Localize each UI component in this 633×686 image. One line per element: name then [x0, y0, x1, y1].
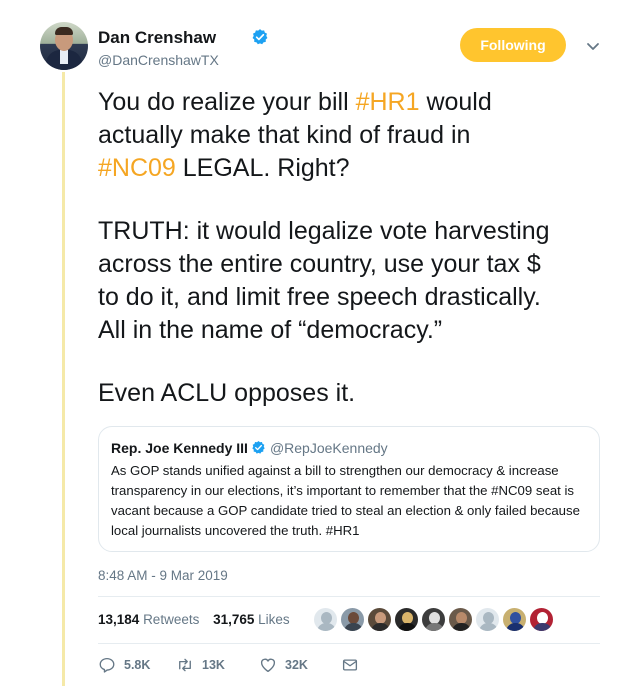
liker-avatar[interactable] [529, 607, 554, 632]
retweet-icon [179, 658, 191, 672]
liker-avatar[interactable] [475, 607, 500, 632]
liker-avatar[interactable] [367, 607, 392, 632]
likes-label[interactable]: Likes [258, 612, 290, 627]
quote-text: As GOP stands unified against a bill to … [111, 463, 580, 538]
liker-avatar[interactable] [340, 607, 365, 632]
retweets-label[interactable]: Retweets [143, 612, 199, 627]
like-count: 32K [285, 658, 308, 672]
reply-count: 5.8K [124, 658, 151, 672]
display-name[interactable]: Dan Crenshaw [98, 28, 216, 48]
following-button[interactable]: Following [460, 28, 566, 62]
liker-avatar[interactable] [502, 607, 527, 632]
liker-avatar[interactable] [394, 607, 419, 632]
handle[interactable]: @DanCrenshawTX [98, 52, 219, 68]
tweet-stats: 13,184 Retweets 31,765 Likes [98, 612, 300, 627]
hashtag-link[interactable]: #NC09 [98, 154, 176, 182]
retweets-count[interactable]: 13,184 [98, 612, 139, 627]
verified-icon [252, 29, 268, 45]
divider [98, 596, 600, 597]
reply-button[interactable]: 5.8K [98, 656, 150, 674]
timestamp[interactable]: 8:48 AM - 9 Mar 2019 [98, 568, 228, 583]
hashtag-link[interactable]: #HR1 [356, 88, 420, 116]
avatar[interactable] [40, 22, 88, 70]
divider [98, 643, 600, 644]
tweet-text: You do realize your bill #HR1 would actu… [98, 88, 550, 407]
tweet-header: Dan Crenshaw @DanCrenshawTX Following [40, 22, 610, 74]
message-icon [342, 659, 358, 671]
verified-icon [252, 440, 265, 454]
chevron-down-icon[interactable] [585, 38, 601, 54]
direct-message-button[interactable] [341, 656, 359, 674]
thread-line [62, 72, 65, 686]
heart-icon [260, 658, 276, 673]
tweet-actions: 5.8K 13K 32K [98, 656, 398, 678]
like-button[interactable]: 32K [259, 656, 308, 674]
liker-avatar[interactable] [448, 607, 473, 632]
likes-count[interactable]: 31,765 [213, 612, 254, 627]
retweet-count: 13K [202, 658, 225, 672]
retweet-button[interactable]: 13K [176, 656, 225, 674]
liker-avatar[interactable] [313, 607, 338, 632]
reply-icon [99, 657, 115, 673]
quote-author-name: Rep. Joe Kennedy III [111, 440, 248, 456]
quote-author-handle: @RepJoeKennedy [269, 440, 388, 456]
liker-avatar[interactable] [421, 607, 446, 632]
quoted-tweet[interactable]: Rep. Joe Kennedy III @RepJoeKennedy As G… [98, 426, 600, 552]
